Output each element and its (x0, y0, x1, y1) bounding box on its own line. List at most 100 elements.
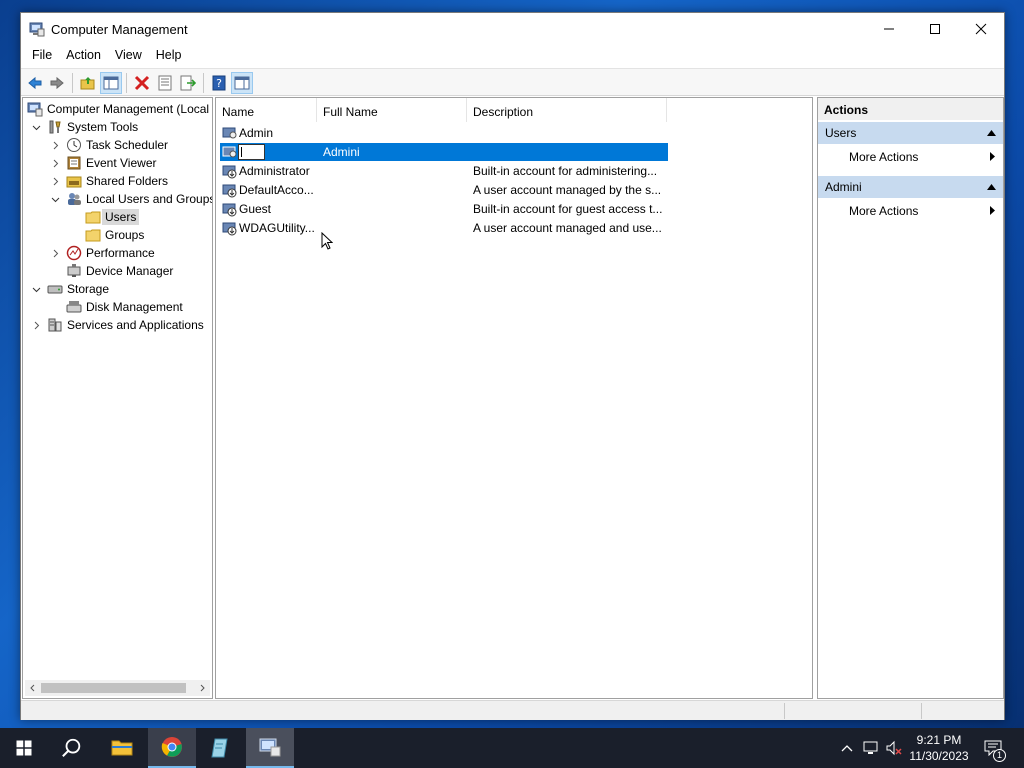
chrome-icon (161, 737, 182, 757)
table-row[interactable]: Guest Built-in account for guest access … (220, 200, 668, 218)
section-title: Users (825, 126, 857, 140)
computer-management-taskbar-button[interactable] (246, 728, 294, 768)
tree-item-shared-folders[interactable]: Shared Folders (49, 172, 168, 190)
chevron-right-icon[interactable] (49, 247, 61, 259)
table-row-selected[interactable]: Admini (220, 143, 668, 161)
status-divider (784, 703, 785, 719)
local-users-icon (68, 193, 81, 205)
forward-button[interactable] (46, 72, 68, 94)
title-bar[interactable]: Computer Management (21, 13, 1004, 45)
chrome-button[interactable] (148, 728, 196, 768)
clock[interactable]: 9:21 PM 11/30/2023 (904, 732, 974, 764)
properties-button[interactable] (154, 72, 176, 94)
disk-management-icon (66, 301, 82, 313)
scroll-left-icon[interactable] (27, 682, 39, 694)
search-button[interactable] (48, 728, 96, 768)
table-row[interactable]: WDAGUtility... A user account managed an… (220, 219, 668, 237)
tree-item-system-tools[interactable]: System Tools (30, 118, 138, 136)
column-header-full-name[interactable]: Full Name (317, 98, 467, 122)
computer-management-icon (259, 738, 281, 757)
tree-item-performance[interactable]: Performance (49, 244, 155, 262)
tree-item-groups[interactable]: Groups (85, 226, 144, 244)
table-row[interactable]: DefaultAcco... A user account managed by… (220, 181, 668, 199)
collapse-up-icon[interactable] (987, 130, 996, 136)
menu-action[interactable]: Action (59, 45, 108, 67)
tree-item-label: Task Scheduler (86, 138, 169, 152)
tree-item-task-scheduler[interactable]: Task Scheduler (49, 136, 168, 154)
file-explorer-icon (111, 740, 133, 756)
table-row[interactable]: Administrator Built-in account for admin… (220, 162, 668, 180)
notepad-app-button[interactable] (197, 728, 245, 768)
tree-item-disk-management[interactable]: Disk Management (66, 298, 183, 316)
more-actions-label: More Actions (849, 204, 919, 218)
user-name-cell: DefaultAcco... (239, 183, 314, 197)
users-list: Name Full Name Description Admin Admini … (215, 97, 813, 699)
tree-item-computer-management[interactable]: Computer Management (Local (27, 100, 209, 118)
submenu-arrow-icon (990, 206, 995, 215)
file-explorer-button[interactable] (98, 728, 146, 768)
chevron-right-icon[interactable] (49, 157, 61, 169)
menu-help[interactable]: Help (149, 45, 189, 67)
user-description-cell: Built-in account for administering... (473, 164, 658, 178)
taskbar: 9:21 PM 11/30/2023 (0, 728, 1024, 768)
export-list-icon (180, 75, 196, 91)
show-hide-action-pane-button[interactable] (231, 72, 253, 94)
help-button[interactable]: ? (208, 72, 230, 94)
actions-section-users[interactable]: Users (818, 122, 1003, 144)
more-actions-users[interactable]: More Actions (818, 146, 1003, 166)
user-full-name-cell: Admini (323, 145, 360, 159)
windows-logo-icon (16, 740, 32, 756)
tree-horizontal-scrollbar[interactable] (25, 680, 210, 696)
menu-file[interactable]: File (25, 45, 59, 67)
tree-item-users[interactable]: Users (85, 208, 140, 226)
event-viewer-icon (67, 156, 81, 170)
volume-tray-button[interactable] (884, 738, 904, 758)
back-button[interactable] (24, 72, 46, 94)
actions-section-admini[interactable]: Admini (818, 176, 1003, 198)
volume-muted-icon (886, 740, 902, 756)
show-hide-console-tree-button[interactable] (100, 72, 122, 94)
tree-item-services-and-applications[interactable]: Services and Applications (30, 316, 204, 334)
show-hidden-icons-button[interactable] (838, 738, 856, 758)
search-icon (62, 738, 81, 757)
performance-icon (66, 245, 82, 261)
column-header-name[interactable]: Name (216, 98, 317, 122)
more-actions-admini[interactable]: More Actions (818, 200, 1003, 220)
minimize-button[interactable] (866, 13, 912, 45)
menu-view[interactable]: View (108, 45, 149, 67)
maximize-button[interactable] (912, 13, 958, 45)
chevron-down-icon[interactable] (49, 193, 61, 205)
rename-input[interactable] (238, 144, 265, 160)
clock-time: 9:21 PM (916, 733, 962, 747)
maximize-icon (930, 24, 940, 34)
start-button[interactable] (0, 728, 48, 768)
scroll-right-icon[interactable] (196, 682, 208, 694)
chevron-down-icon[interactable] (30, 283, 42, 295)
tree-item-storage[interactable]: Storage (30, 280, 109, 298)
network-tray-button[interactable] (861, 738, 881, 758)
shared-folders-icon (66, 176, 82, 188)
window-title: Computer Management (51, 22, 188, 37)
user-name-cell: Guest (239, 202, 272, 216)
export-list-button[interactable] (177, 72, 199, 94)
chevron-down-icon[interactable] (30, 121, 42, 133)
computer-management-icon (27, 102, 43, 117)
up-one-level-button[interactable] (77, 72, 99, 94)
more-actions-label: More Actions (849, 150, 919, 164)
table-row[interactable]: Admin (220, 124, 668, 142)
tree-item-label: Computer Management (Local (47, 102, 210, 116)
tree-item-local-users-and-groups[interactable]: Local Users and Groups (49, 190, 212, 208)
tree-item-label: Disk Management (86, 300, 183, 314)
chevron-right-icon[interactable] (30, 319, 42, 331)
column-header-description[interactable]: Description (467, 98, 667, 122)
chevron-right-icon[interactable] (49, 175, 61, 187)
collapse-up-icon[interactable] (987, 184, 996, 190)
close-button[interactable] (958, 13, 1004, 45)
tree-item-device-manager[interactable]: Device Manager (66, 262, 173, 280)
chevron-right-icon[interactable] (49, 139, 61, 151)
notification-count-badge: 1 (993, 749, 1006, 762)
tree-item-event-viewer[interactable]: Event Viewer (49, 154, 156, 172)
scrollbar-thumb[interactable] (41, 683, 186, 693)
delete-button[interactable] (131, 72, 153, 94)
user-description-cell: A user account managed by the s... (473, 183, 662, 197)
